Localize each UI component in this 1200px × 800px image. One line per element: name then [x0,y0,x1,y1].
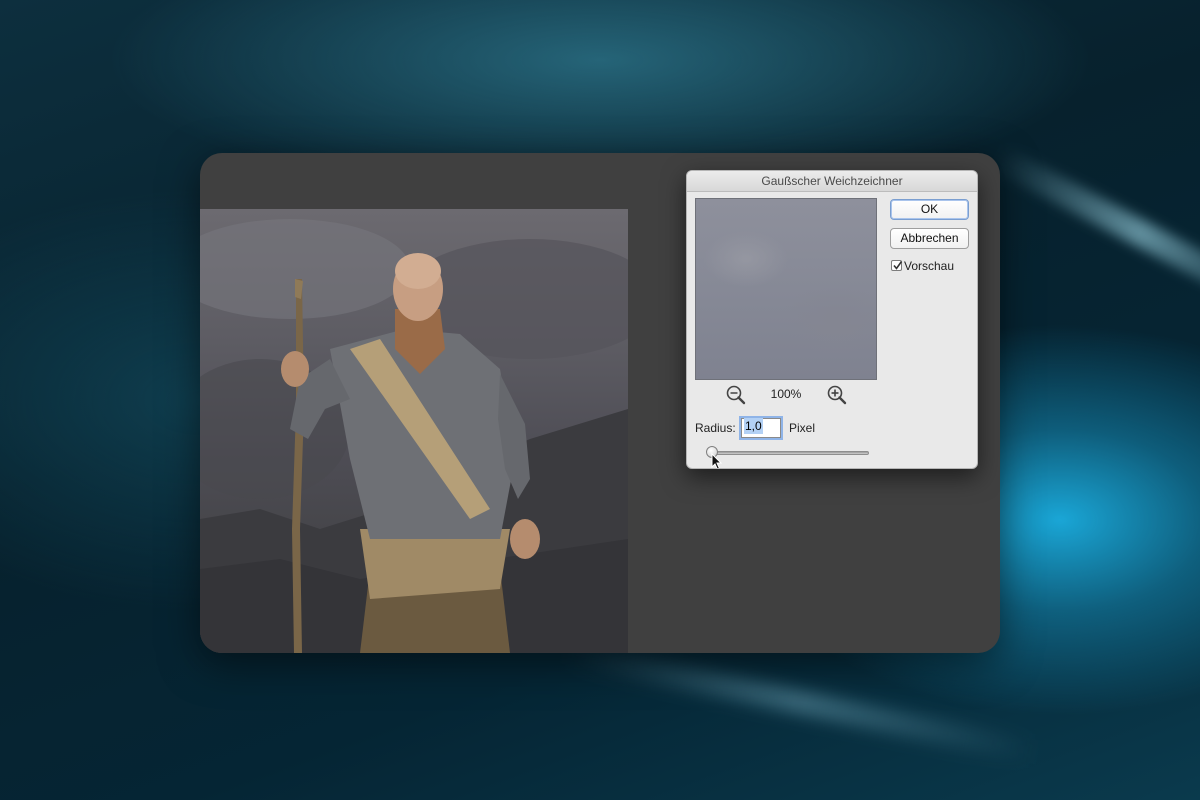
checkmark-icon [893,261,903,270]
radius-row: Radius: 1,0 Pixel [695,417,895,439]
dialog-title: Gaußscher Weichzeichner [687,171,977,192]
zoom-in-icon[interactable] [826,384,848,406]
preview-checkbox[interactable] [891,260,903,271]
gaussian-blur-dialog: Gaußscher Weichzeichner 100% Radius: 1,0… [686,170,978,469]
zoom-out-icon[interactable] [725,384,747,406]
zoom-level: 100% [770,387,802,401]
background-light-streak [992,146,1200,320]
zoom-controls: 100% [695,384,877,406]
mouse-cursor-icon [711,453,723,468]
preview-label: Vorschau [904,259,955,273]
blur-preview[interactable] [695,198,877,380]
preview-toggle[interactable]: Vorschau [891,259,971,275]
radius-label: Radius: [695,421,736,435]
ok-button[interactable]: OK [890,199,969,220]
radius-value: 1,0 [744,418,763,434]
radius-unit: Pixel [789,421,816,435]
cancel-button[interactable]: Abbrechen [890,228,969,249]
radius-input[interactable]: 1,0 [741,418,781,438]
canvas-photo[interactable] [200,209,628,653]
background-light-streak-lower [562,640,1038,764]
warrior-photo-illustration [200,219,628,653]
radius-slider-track[interactable] [707,451,869,455]
